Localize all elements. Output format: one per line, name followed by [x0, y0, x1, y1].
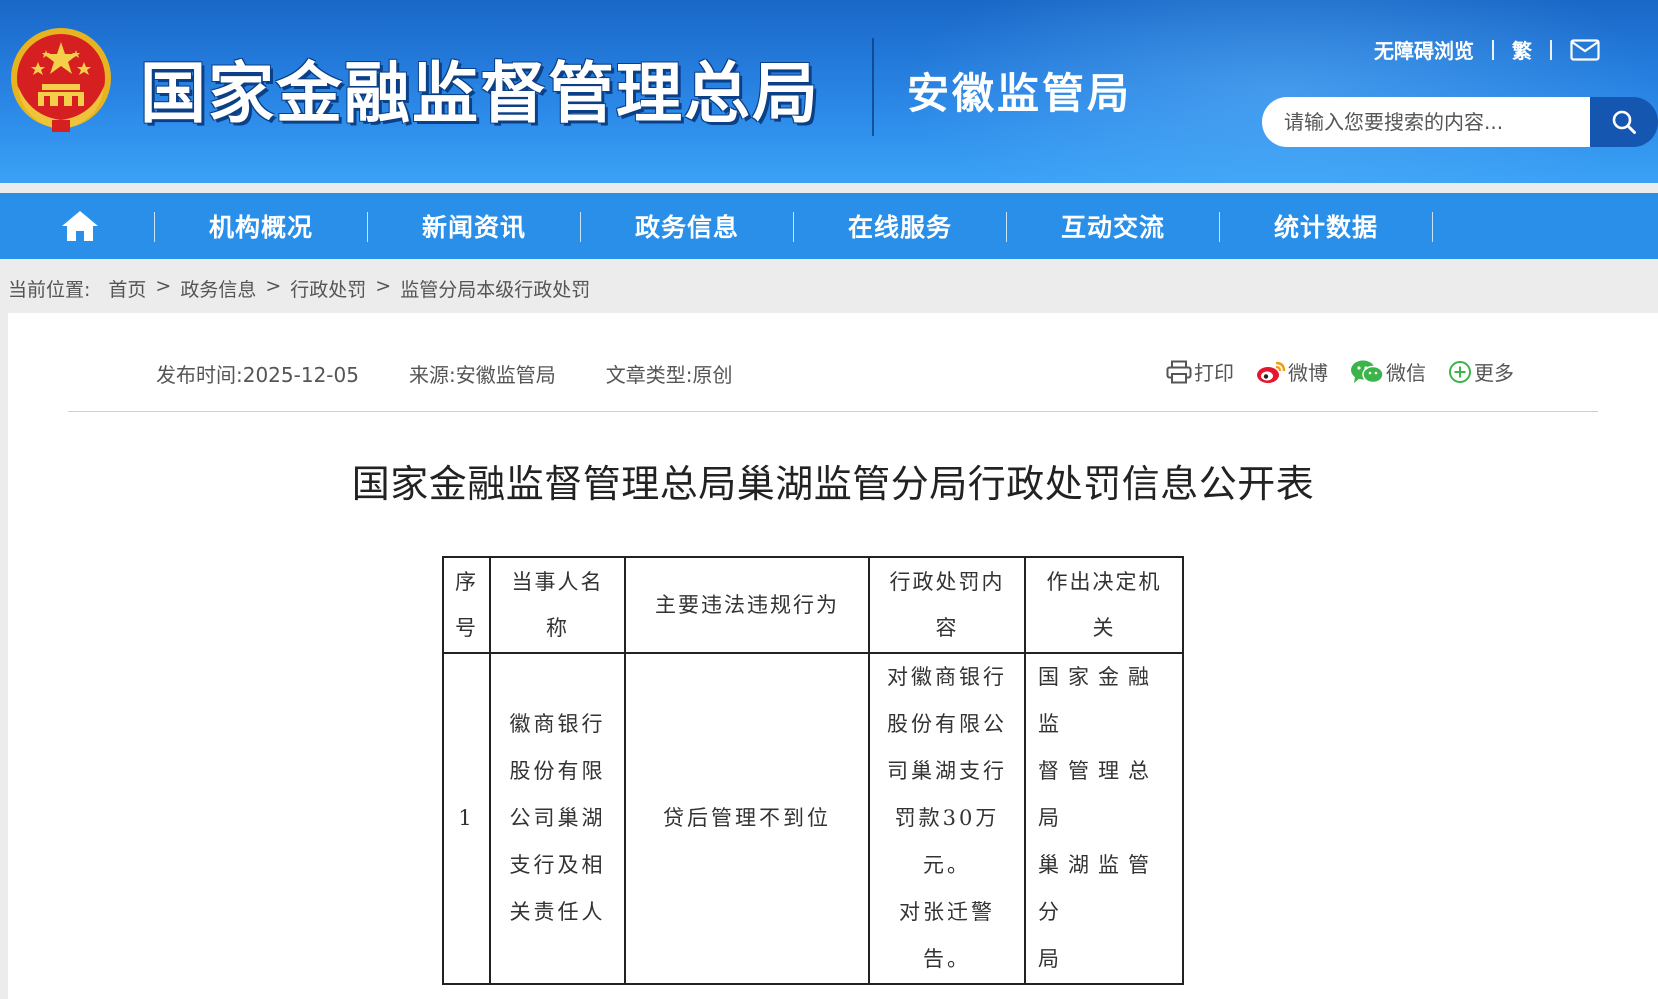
breadcrumb-item-government-info[interactable]: 政务信息 [180, 275, 256, 302]
header-text: 容 [935, 616, 959, 640]
weibo-label: 微博 [1288, 361, 1328, 385]
article-container: 发布时间:2025-12-05 来源:安徽监管局 文章类型:原创 打印 微博 微… [8, 313, 1658, 999]
nav-item-news[interactable]: 新闻资讯 [368, 193, 580, 259]
nav-item-online-service[interactable]: 在线服务 [794, 193, 1006, 259]
print-label: 打印 [1194, 361, 1234, 385]
nav-home[interactable] [42, 193, 118, 259]
header-text: 关 [1092, 616, 1116, 640]
wechat-icon [1351, 360, 1384, 383]
article-source: 来源:安徽监管局 [408, 363, 556, 387]
link-separator [1550, 39, 1552, 60]
header-cell-party: 当事人名 称 [489, 556, 626, 654]
cell-penalty: 对徽商银行 股份有限公 司巢湖支行 罚款30万 元。 对张迁警 告。 [868, 652, 1026, 985]
cell-line: 支行及相 [509, 853, 606, 877]
breadcrumb-bar: 当前位置: 首页 > 政务信息 > 行政处罚 > 监管分局本级行政处罚 [0, 260, 1658, 313]
search-input[interactable] [1262, 97, 1592, 147]
cell-authority: 国家金融监 督管理总局 巢湖监管分 局 [1024, 652, 1184, 985]
header-text: 称 [546, 616, 569, 640]
breadcrumb-item-home[interactable]: 首页 [108, 275, 146, 302]
cell-line: 股份有限 [509, 759, 606, 783]
breadcrumb-label: 当前位置: [8, 279, 91, 301]
mail-icon[interactable] [1570, 38, 1600, 61]
breadcrumb: 当前位置: 首页 > 政务信息 > 行政处罚 > 监管分局本级行政处罚 [8, 275, 590, 302]
cell-line: 告。 [923, 947, 971, 971]
article-meta: 发布时间:2025-12-05 来源:安徽监管局 文章类型:原创 [156, 359, 732, 388]
article-title: 国家金融监督管理总局巢湖监管分局行政处罚信息公开表 [351, 462, 1315, 506]
search-icon [1612, 110, 1636, 134]
breadcrumb-item-penalty[interactable]: 行政处罚 [290, 275, 366, 302]
header-cell-penalty: 行政处罚内 容 [868, 556, 1026, 654]
share-bar: 打印 微博 微信 更多 [1166, 357, 1514, 386]
cell-line: 对张迁警 [899, 900, 995, 924]
header-text: 号 [455, 616, 478, 640]
header-text: 主要违法违规行为 [655, 593, 839, 617]
traditional-chinese-link[interactable]: 繁 [1512, 35, 1532, 64]
cell-line: 对徽商银行 [887, 665, 1007, 689]
main-nav: 机构概况 新闻资讯 政务信息 在线服务 互动交流 统计数据 [0, 193, 1658, 259]
header-cell-index: 序 号 [442, 556, 491, 654]
printer-icon [1166, 360, 1192, 383]
wechat-share-button[interactable]: 微信 [1350, 357, 1426, 386]
breadcrumb-separator: > [265, 275, 282, 297]
penalty-table: 序 号 当事人名 称 主要违法违规行为 行政处罚内 容 作出决定机 关 1 徽商… [442, 556, 1184, 985]
cell-line: 徽商银行 [509, 712, 606, 736]
cell-line: 元。 [923, 853, 971, 877]
accessibility-link[interactable]: 无障碍浏览 [1374, 35, 1474, 64]
wechat-label: 微信 [1386, 361, 1426, 385]
header-text: 序 [455, 570, 478, 594]
header-cell-violation: 主要违法违规行为 [624, 556, 870, 654]
cell-line: 局 [1038, 947, 1068, 971]
weibo-icon [1257, 361, 1286, 383]
cell-line: 关责任人 [509, 900, 606, 924]
article-type: 文章类型:原创 [605, 363, 733, 387]
cell-violation: 贷后管理不到位 [624, 652, 870, 985]
header-text: 行政处罚内 [889, 570, 1005, 594]
table-row: 1 徽商银行 股份有限 公司巢湖 支行及相 关责任人 贷后管理不到位 对徽商银行… [442, 652, 1184, 985]
publish-date: 发布时间:2025-12-05 [156, 363, 359, 387]
breadcrumb-separator: > [375, 275, 392, 297]
plus-circle-icon [1449, 360, 1471, 383]
cell-index: 1 [442, 652, 491, 985]
breadcrumb-item-current[interactable]: 监管分局本级行政处罚 [400, 275, 590, 302]
header-cell-authority: 作出决定机 关 [1024, 556, 1184, 654]
cell-party: 徽商银行 股份有限 公司巢湖 支行及相 关责任人 [489, 652, 626, 985]
nav-item-government-info[interactable]: 政务信息 [581, 193, 793, 259]
cell-line: 公司巢湖 [509, 806, 606, 830]
nav-item-institution[interactable]: 机构概况 [155, 193, 367, 259]
cell-line: 罚款30万 [894, 806, 1000, 830]
search-button[interactable] [1590, 97, 1658, 147]
header-text: 当事人名 [511, 570, 604, 594]
cell-line: 巢湖监管分 [1038, 853, 1158, 924]
table-header-row: 序 号 当事人名 称 主要违法违规行为 行政处罚内 容 作出决定机 关 [442, 556, 1184, 654]
cell-line: 督管理总局 [1038, 759, 1158, 830]
cell-line: 国家金融监 [1038, 665, 1158, 736]
more-share-button[interactable]: 更多 [1448, 357, 1514, 386]
nav-item-statistics[interactable]: 统计数据 [1220, 193, 1432, 259]
header-text: 作出决定机 [1046, 570, 1162, 594]
link-separator [1492, 39, 1494, 60]
more-label: 更多 [1474, 361, 1514, 385]
home-icon [62, 211, 98, 241]
cell-line: 股份有限公 [887, 712, 1007, 736]
org-title[interactable]: 国家金融监督管理总局 [140, 40, 820, 136]
national-emblem-icon [11, 28, 111, 132]
meta-divider [68, 411, 1598, 412]
breadcrumb-separator: > [155, 275, 172, 297]
site-header: 国家金融监督管理总局 安徽监管局 无障碍浏览 繁 [0, 0, 1658, 183]
header-divider [872, 38, 874, 136]
nav-item-interaction[interactable]: 互动交流 [1007, 193, 1219, 259]
print-button[interactable]: 打印 [1166, 357, 1234, 386]
weibo-share-button[interactable]: 微博 [1256, 357, 1328, 386]
nav-separator [1432, 212, 1433, 242]
top-links: 无障碍浏览 繁 [1374, 35, 1600, 64]
search-box [1262, 97, 1658, 147]
sub-org-title[interactable]: 安徽监管局 [907, 60, 1132, 121]
cell-line: 司巢湖支行 [887, 759, 1007, 783]
